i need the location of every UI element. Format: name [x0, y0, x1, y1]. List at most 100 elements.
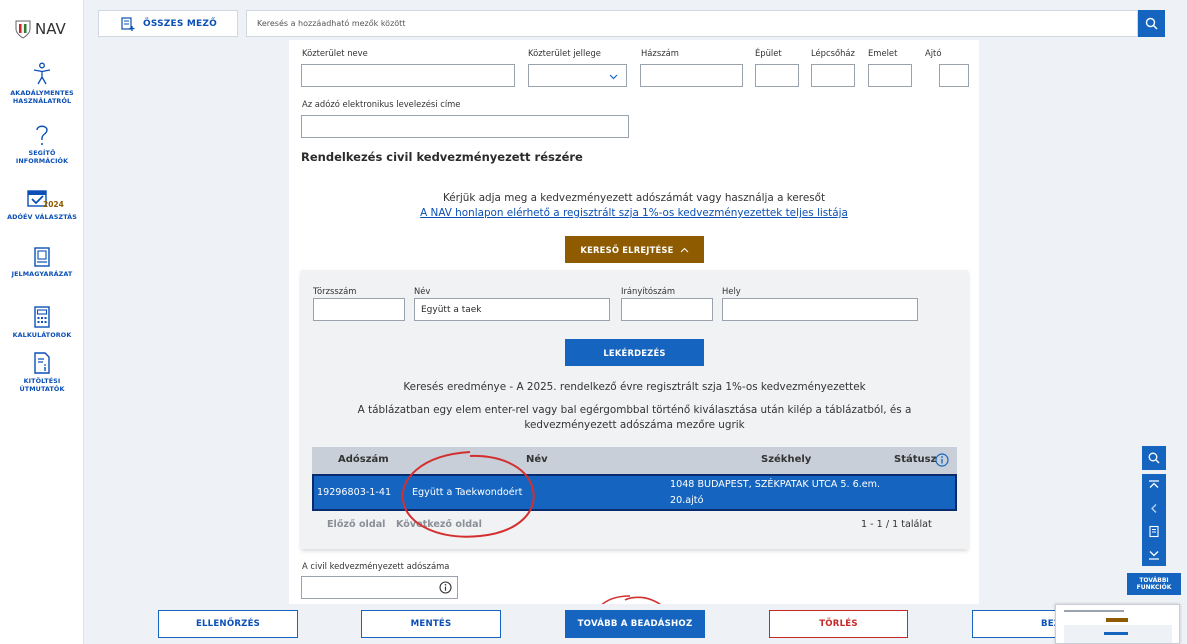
right-nav-toolbar [1142, 474, 1166, 566]
sidebar-label: AKADÁLYMENTES [10, 89, 74, 97]
delete-button[interactable]: TÖRLÉS [769, 610, 908, 638]
email-label: Az adózó elektronikus levelezési címe [302, 99, 461, 109]
prev-page-link[interactable]: Előző oldal [327, 519, 385, 530]
more-functions-line1: TOVÁBBI [1139, 577, 1169, 584]
field-search-input[interactable]: Keresés a hozzáadható mezők között [246, 10, 1138, 37]
all-fields-label: ÖSSZES MEZŐ [143, 18, 217, 29]
form-panel: Közterület neve Közterület jellege Házsz… [289, 40, 979, 604]
sidebar-label: SEGÍTŐ [28, 149, 56, 157]
row-seat-line2: 20.ajtó [670, 495, 704, 506]
chevron-up-icon [680, 247, 688, 252]
header-tax-number[interactable]: Adószám [338, 454, 389, 465]
results-hint-line1: A táblázatban egy elem enter-rel vagy ba… [357, 404, 912, 416]
email-input[interactable] [301, 115, 629, 138]
place-input[interactable] [722, 298, 918, 321]
sidebar-item-legend[interactable]: JELMAGYARÁZAT [0, 247, 84, 278]
beneficiary-search-panel: Törzsszám Név Irányítószám Hely Együtt a… [301, 270, 968, 549]
row-tax-number: 19296803-1-41 [317, 487, 392, 498]
reg-number-input[interactable] [313, 298, 405, 321]
info-icon[interactable] [935, 453, 949, 467]
header-seat[interactable]: Székhely [761, 454, 811, 465]
sidebar-item-tax-year[interactable]: 2024 ADÓÉV VÁLASZTÁS [0, 188, 84, 221]
nav-crest-icon [15, 20, 31, 39]
name-label: Név [414, 286, 431, 296]
sidebar-item-guides[interactable]: KITÖLTÉSI ÚTMUTATÓK [0, 352, 84, 393]
query-button[interactable]: LEKÉRDEZÉS [565, 339, 704, 366]
house-number-label: Házszám [641, 48, 679, 58]
left-sidebar: NAV AKADÁLYMENTES HASZNÁLATRÓL SEGÍTŐ IN… [0, 0, 84, 644]
results-title: Keresés eredménye - A 2025. rendelkező é… [403, 381, 866, 393]
sidebar-label: KALKULÁTOROK [12, 331, 72, 339]
field-search-placeholder: Keresés a hozzáadható mezők között [257, 19, 406, 28]
submit-button[interactable]: TOVÁBB A BEADÁSHOZ [565, 610, 705, 638]
calculator-icon [34, 306, 50, 328]
more-functions-button[interactable]: TOVÁBBI FUNKCIÓK [1127, 573, 1181, 595]
house-number-input[interactable] [640, 64, 743, 87]
logo-text: NAV [35, 20, 66, 38]
street-name-input[interactable] [301, 64, 515, 87]
sidebar-item-calculators[interactable]: KALKULÁTOROK [0, 306, 84, 339]
sidebar-label: ADÓÉV VÁLASZTÁS [7, 213, 77, 221]
civil-list-link-wrap: A NAV honlapon elérhető a regisztrált sz… [289, 207, 979, 219]
save-button[interactable]: MENTÉS [361, 610, 501, 638]
sidebar-label: JELMAGYARÁZAT [11, 270, 73, 278]
sidebar-label: ÚTMUTATÓK [19, 385, 65, 393]
chevron-left-icon[interactable] [1148, 497, 1160, 520]
results-count: 1 - 1 / 1 találat [861, 519, 932, 530]
legend-book-icon [34, 247, 50, 267]
info-icon[interactable] [439, 581, 452, 594]
table-row[interactable]: 19296803-1-41 Együtt a Taekwondoért 1048… [312, 474, 957, 511]
staircase-input[interactable] [811, 64, 855, 87]
floor-label: Emelet [868, 48, 898, 58]
page-thumbnail-preview[interactable] [1055, 604, 1180, 644]
jump-bottom-icon[interactable] [1148, 543, 1160, 566]
all-fields-button[interactable]: ÖSSZES MEZŐ [98, 10, 238, 37]
sidebar-item-help[interactable]: SEGÍTŐ INFORMÁCIÓK [0, 124, 84, 165]
form-list-icon[interactable] [1148, 520, 1160, 543]
beneficiary-tax-label: A civil kedvezményezett adószáma [302, 561, 450, 571]
search-icon [1148, 452, 1160, 464]
sidebar-label: INFORMÁCIÓK [15, 157, 69, 165]
civil-instruction: Kérjük adja meg a kedvezményezett adószá… [442, 192, 826, 204]
next-page-link[interactable]: Következő oldal [396, 519, 482, 530]
place-label: Hely [722, 286, 741, 296]
beneficiary-tax-input[interactable] [301, 576, 458, 599]
jump-top-icon[interactable] [1148, 474, 1160, 497]
building-input[interactable] [755, 64, 799, 87]
accessibility-icon [33, 62, 51, 85]
search-icon [1145, 17, 1158, 30]
right-search-button[interactable] [1142, 446, 1166, 470]
zip-input[interactable] [621, 298, 713, 321]
sidebar-label: HASZNÁLATRÓL [12, 97, 72, 105]
nav-logo[interactable]: NAV [14, 19, 66, 39]
zip-label: Irányítószám [621, 286, 676, 296]
hide-search-button[interactable]: KERESŐ ELREJTÉSE [565, 236, 704, 263]
row-name: Együtt a Taekwondoért [412, 487, 523, 498]
more-functions-line2: FUNKCIÓK [1136, 584, 1172, 591]
floor-input[interactable] [868, 64, 912, 87]
civil-list-link[interactable]: A NAV honlapon elérhető a regisztrált sz… [420, 207, 848, 219]
header-name[interactable]: Név [526, 454, 548, 465]
name-input[interactable]: Együtt a taek [414, 298, 610, 321]
door-input[interactable] [939, 64, 969, 87]
tax-year-badge: 2024 [43, 200, 64, 209]
field-search-button[interactable] [1138, 10, 1165, 37]
hide-search-label: KERESŐ ELREJTÉSE [580, 244, 674, 255]
building-label: Épület [755, 48, 782, 58]
question-icon [36, 125, 48, 145]
name-input-value: Együtt a taek [421, 304, 482, 315]
staircase-label: Lépcsőház [811, 48, 855, 58]
street-type-select[interactable] [528, 64, 627, 87]
door-label: Ajtó [925, 48, 942, 58]
sidebar-item-accessibility[interactable]: AKADÁLYMENTES HASZNÁLATRÓL [0, 62, 84, 105]
civil-section-title: Rendelkezés civil kedvezményezett részér… [301, 150, 583, 164]
street-type-label: Közterület jellege [528, 48, 601, 58]
header-status[interactable]: Státusz [894, 454, 936, 465]
reg-number-label: Törzsszám [313, 286, 357, 296]
calendar-check-icon: 2024 [27, 188, 64, 212]
bottom-action-bar: ELLENŐRZÉS MENTÉS TOVÁBB A BEADÁSHOZ TÖR… [84, 604, 1187, 644]
street-name-label: Közterület neve [302, 48, 368, 58]
check-button[interactable]: ELLENŐRZÉS [158, 610, 298, 638]
results-hint-line2: kedvezményezett adószáma mezőre ugrik [524, 419, 745, 431]
results-table-header: Adószám Név Székhely Státusz [312, 447, 957, 474]
